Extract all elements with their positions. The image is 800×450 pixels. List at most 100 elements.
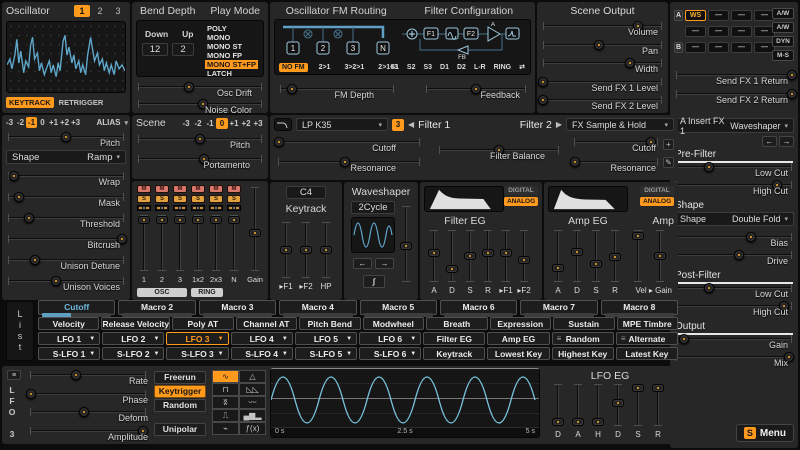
fx-slot[interactable]: — [685,42,706,53]
filter-config-option[interactable]: ⇄ [518,62,526,72]
eg-slider[interactable]: S [588,228,604,284]
osc-octave-button[interactable]: -2 [15,117,26,128]
filter2-link-button[interactable]: ✎ [663,157,674,168]
lfo-shape-button[interactable]: ƒ(x) [239,422,266,435]
osc-param-slider[interactable]: Unison Detune [4,253,128,270]
slider-handle[interactable] [538,77,548,87]
fx-global-slot[interactable]: M-S [772,50,794,61]
filter-config-option[interactable]: S2 [406,63,417,72]
slider-handle[interactable] [464,252,476,260]
lfo-shape-button[interactable]: ⌁ [212,422,239,435]
slider-handle[interactable] [625,58,635,68]
mod-source-cell[interactable]: Breath [426,317,487,330]
waveshaper-display[interactable] [351,217,395,253]
slider-handle[interactable] [138,216,150,224]
osc-octave-button[interactable]: -3 [4,117,15,128]
filter2-offset-button[interactable]: + [663,139,674,150]
osc-octave-button[interactable]: +2 [59,117,70,128]
pitch-slider[interactable]: Pitch [4,130,128,147]
macro-cell[interactable]: Macro 2 [118,300,195,315]
lfo-shape-button[interactable]: ʬ [212,396,239,409]
osc-octave-button[interactable]: +1 [48,117,59,128]
mod-source-cell[interactable]: S-LFO 6 ▼ [359,347,421,360]
slider-handle[interactable] [195,134,205,144]
mute-button[interactable]: M [209,185,223,193]
slider-handle[interactable] [280,246,292,254]
mixer-level-slider[interactable] [209,213,223,273]
macro-cell[interactable]: Macro 5 [360,300,437,315]
fx-slot[interactable]: — [708,10,729,21]
scene-octave-button[interactable]: +2 [240,118,252,129]
osc-octave-button[interactable]: 0 [37,117,48,128]
lfo-slider[interactable]: Deform [26,405,150,422]
filter1-subtype-badge[interactable]: 3 [392,119,404,131]
fx-prev-button[interactable]: ← [762,136,777,147]
lfo-eg-slider[interactable]: D [610,382,626,428]
mixer-level-slider[interactable] [227,213,241,273]
mod-source-cell[interactable]: LFO 5 ▼ [295,332,357,345]
fm-routing-option[interactable]: 2>1 [316,63,334,72]
mod-source-cell[interactable]: LFO 6 ▼ [359,332,421,345]
slider-handle[interactable] [287,84,297,94]
mod-source-cell[interactable]: Modwheel [363,317,424,330]
osc-param-slider[interactable]: Mask [4,190,128,207]
fx-param-slider[interactable]: Mix [672,350,796,367]
mod-source-cell[interactable]: MPE Timbre [617,317,678,330]
lfo-eg-slider[interactable]: D [550,382,566,428]
filter1-prev-icon[interactable]: ◀ [408,120,414,129]
slider-handle[interactable] [192,216,204,224]
fm-routing-diagram[interactable]: 1 2 3 N [279,22,399,60]
slider-handle[interactable] [704,283,714,293]
retrigger-toggle[interactable]: RETRIGGER [59,98,104,107]
lfo-shape-button[interactable]: △ [239,370,266,383]
osc-param-slider[interactable]: Unison Voices [4,274,128,291]
filter-config-diagram[interactable]: F1 F2 A FB [400,22,528,60]
keytrack-slider[interactable]: ▸F1 [278,220,294,280]
mod-source-cell[interactable]: Lowest Key [487,347,549,360]
slider-handle[interactable] [632,384,644,392]
osc-param-slider[interactable]: Wrap [4,169,128,186]
scene-output-slider[interactable]: Send FX 2 Level [539,93,666,110]
scene-output-slider[interactable]: Volume [539,19,666,36]
fm-depth-slider[interactable]: FM Depth [276,82,398,99]
filter2-next-icon[interactable]: ▶ [556,120,562,129]
slider-handle[interactable] [609,253,621,261]
slider-handle[interactable] [51,276,61,286]
menu-button[interactable]: S Menu [736,424,794,442]
slider-handle[interactable] [570,157,580,167]
filter-config-option[interactable]: D2 [456,63,467,72]
slider-handle[interactable] [428,249,440,257]
mod-source-cell[interactable]: LFO 2 ▼ [102,332,164,345]
fx-return-slider[interactable]: Send FX 2 Return [672,87,796,104]
osc-octave-button[interactable]: -1 [26,117,37,128]
filter-config-option[interactable]: RING [493,63,513,72]
keytrack-slider[interactable]: ▸F2 [298,220,314,280]
mixer-level-slider[interactable] [173,213,187,273]
scene-output-slider[interactable]: Send FX 1 Level [539,75,666,92]
mod-source-cell[interactable]: Sustain [553,317,614,330]
amp-eg-display[interactable] [548,186,628,212]
fx-param-slider[interactable]: Low Cut [672,281,796,298]
eg-slider[interactable]: D [569,228,585,284]
mod-source-cell[interactable]: Expression [490,317,551,330]
mod-source-cell[interactable]: S-LFO 1 ▼ [38,347,100,360]
macro-cell[interactable]: Macro 3 [199,300,276,315]
slider-handle[interactable] [228,216,240,224]
solo-button[interactable]: S [155,195,169,203]
digital-mode-button[interactable]: DIGITAL [640,186,674,195]
macro-cell[interactable]: Macro 8 [601,300,678,315]
oscillator-tab[interactable]: 2 [92,5,108,17]
slider-track[interactable] [595,230,597,282]
lfo-menu-icon[interactable]: ≡ [7,370,21,380]
mute-button[interactable]: M [227,185,241,193]
scene-octave-button[interactable]: +3 [252,118,264,129]
lfo-shape-button[interactable]: ▄▆▂ [239,409,266,422]
oscillator-tab[interactable]: 3 [110,5,126,17]
filter-balance-slider[interactable]: Filter Balance [435,143,563,160]
lfo-trigger-button[interactable]: Keytrigger [154,385,206,398]
amp-slider[interactable] [630,228,646,284]
slider-handle[interactable] [518,256,530,264]
scene-octave-button[interactable]: -3 [180,118,192,129]
slider-handle[interactable] [156,216,168,224]
macro-cell[interactable]: Cutoff [38,300,115,315]
